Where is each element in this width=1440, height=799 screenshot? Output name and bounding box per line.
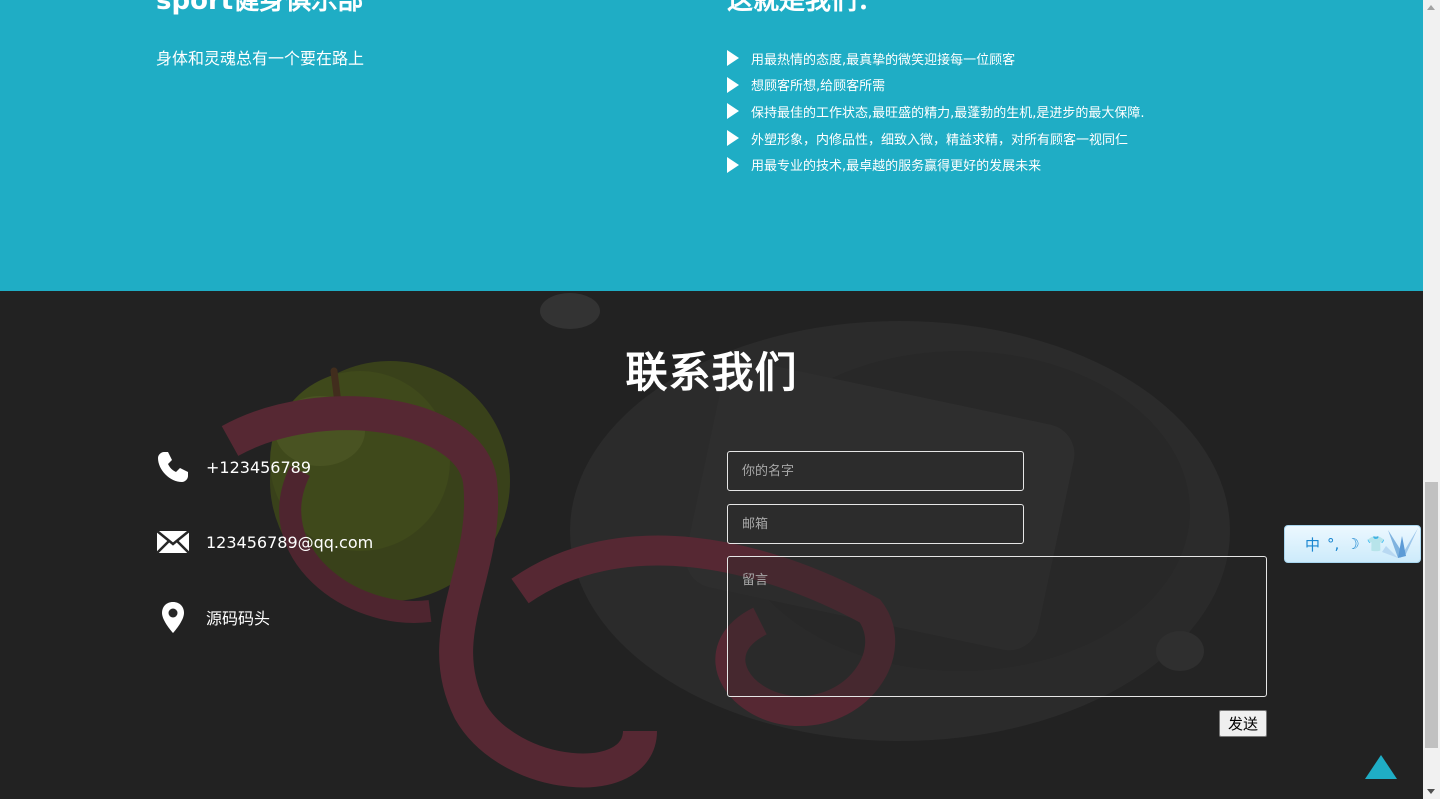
list-item: 保持最佳的工作状态,最旺盛的精力,最蓬勃的生机,是进步的最大保障. bbox=[727, 98, 1145, 125]
value-text: 保持最佳的工作状态,最旺盛的精力,最蓬勃的生机,是进步的最大保障. bbox=[751, 105, 1145, 121]
triangle-bullet-icon bbox=[727, 103, 739, 120]
punctuation-icon[interactable]: °, bbox=[1327, 535, 1339, 553]
location-pin-icon bbox=[162, 602, 184, 633]
page: sport健身俱乐部 这就是我们： 身体和灵魂总有一个要在路上 用最热情的态度,… bbox=[0, 0, 1423, 799]
scrollbar-thumb[interactable] bbox=[1425, 482, 1438, 748]
ime-toolbar[interactable]: 中 °, ☽ 👕 bbox=[1284, 525, 1421, 563]
phone-icon bbox=[158, 452, 188, 482]
contact-title: 联系我们 bbox=[625, 348, 798, 397]
list-item: 用最专业的技术,最卓越的服务赢得更好的发展未来 bbox=[727, 151, 1145, 178]
triangle-bullet-icon bbox=[727, 50, 739, 67]
list-item: 想顾客所想,给顾客所需 bbox=[727, 72, 1145, 99]
triangle-bullet-icon bbox=[727, 76, 739, 93]
phone-number: +123456789 bbox=[206, 457, 312, 477]
value-text: 用最热情的态度,最真挚的微笑迎接每一位顾客 bbox=[751, 52, 1016, 68]
value-text: 想顾客所想,给顾客所需 bbox=[751, 79, 886, 95]
flower-icon bbox=[1382, 528, 1418, 558]
scrollbar[interactable] bbox=[1423, 0, 1440, 799]
scroll-up-arrow-icon[interactable] bbox=[1427, 5, 1435, 10]
mail-icon bbox=[156, 530, 190, 554]
name-input[interactable] bbox=[727, 451, 1024, 491]
value-text: 外塑形象，内修品性，细致入微，精益求精，对所有顾客一视同仁 bbox=[751, 132, 1129, 148]
list-item: 用最热情的态度,最真挚的微笑迎接每一位顾客 bbox=[727, 45, 1145, 72]
triangle-bullet-icon bbox=[727, 130, 739, 147]
phone-row: +123456789 bbox=[156, 450, 311, 484]
message-textarea[interactable] bbox=[727, 556, 1267, 697]
value-text: 用最专业的技术,最卓越的服务赢得更好的发展未来 bbox=[751, 159, 1042, 175]
scroll-down-arrow-icon[interactable] bbox=[1427, 789, 1435, 794]
email-row: 123456789@qq.com bbox=[156, 525, 373, 559]
club-title: sport健身俱乐部 bbox=[156, 0, 364, 16]
address-text: 源码码头 bbox=[206, 609, 271, 628]
moon-icon[interactable]: ☽ bbox=[1346, 535, 1359, 553]
email-input[interactable] bbox=[727, 504, 1024, 544]
send-button[interactable]: 发送 bbox=[1219, 710, 1267, 737]
ime-mode-label[interactable]: 中 bbox=[1305, 534, 1320, 555]
email-address: 123456789@qq.com bbox=[206, 532, 374, 552]
back-to-top-icon[interactable] bbox=[1365, 755, 1397, 779]
values-list: 用最热情的态度,最真挚的微笑迎接每一位顾客 想顾客所想,给顾客所需 保持最佳的工… bbox=[727, 45, 1145, 178]
about-section: sport健身俱乐部 这就是我们： 身体和灵魂总有一个要在路上 用最热情的态度,… bbox=[0, 0, 1423, 291]
address-row: 源码码头 bbox=[156, 600, 270, 634]
triangle-bullet-icon bbox=[727, 156, 739, 173]
values-title: 这就是我们： bbox=[727, 0, 884, 16]
club-slogan: 身体和灵魂总有一个要在路上 bbox=[156, 49, 365, 68]
contact-section: 联系我们 +123456789 123456789@qq.com 源码码头 你的… bbox=[0, 291, 1423, 799]
list-item: 外塑形象，内修品性，细致入微，精益求精，对所有顾客一视同仁 bbox=[727, 125, 1145, 152]
